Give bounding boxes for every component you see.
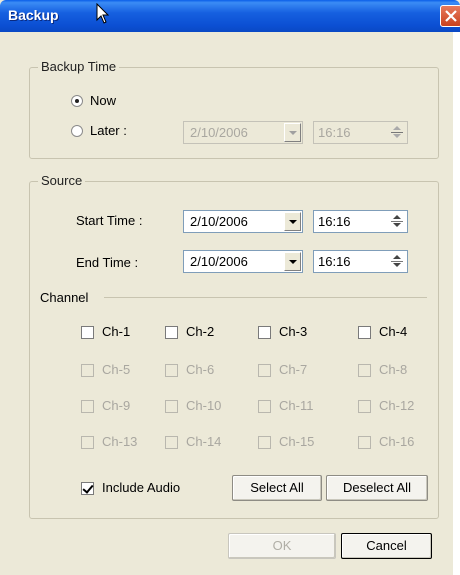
channel-checkbox — [358, 364, 371, 377]
channel-checkbox[interactable] — [81, 326, 94, 339]
spinner-arrows-icon[interactable] — [389, 253, 405, 270]
channel-checkbox — [165, 400, 178, 413]
ok-button: OK — [228, 533, 336, 559]
start-time-label: Start Time : — [76, 213, 143, 228]
channel-label: Ch-1 — [102, 324, 131, 339]
channel-checkbox — [258, 400, 271, 413]
window-title: Backup — [8, 7, 59, 23]
cancel-button[interactable]: Cancel — [341, 533, 432, 559]
later-time-value: 16:16 — [318, 125, 351, 140]
window-edge — [453, 32, 460, 575]
dropdown-arrow-icon[interactable] — [284, 252, 301, 271]
title-bar[interactable]: Backup — [0, 0, 460, 32]
channel-checkbox[interactable] — [358, 326, 371, 339]
channel-checkbox — [258, 436, 271, 449]
channel-checkbox — [358, 436, 371, 449]
spinner-arrows-icon[interactable] — [389, 124, 405, 141]
source-legend: Source — [38, 173, 86, 188]
backup-time-legend: Backup Time — [38, 59, 120, 74]
include-audio-label: Include Audio — [102, 480, 181, 495]
start-date-value: 2/10/2006 — [190, 214, 248, 229]
end-date-combo[interactable]: 2/10/2006 — [183, 250, 303, 273]
end-time-value: 16:16 — [318, 254, 351, 269]
channel-checkbox — [81, 436, 94, 449]
channel-label: Ch-16 — [379, 434, 415, 449]
start-time-value: 16:16 — [318, 214, 351, 229]
spinner-arrows-icon[interactable] — [389, 213, 405, 230]
channel-checkbox[interactable] — [165, 326, 178, 339]
start-time-spinner[interactable]: 16:16 — [313, 210, 408, 233]
dropdown-arrow-icon[interactable] — [284, 212, 301, 231]
now-label: Now — [90, 93, 117, 108]
channel-checkbox — [81, 400, 94, 413]
later-date-combo[interactable]: 2/10/2006 — [183, 121, 303, 144]
radio-later[interactable] — [71, 125, 83, 137]
channel-label: Ch-11 — [279, 398, 314, 413]
channel-checkbox[interactable] — [258, 326, 271, 339]
channel-checkbox — [358, 400, 371, 413]
select-all-button[interactable]: Select All — [232, 475, 322, 501]
channel-legend: Channel — [40, 290, 89, 305]
later-date-value: 2/10/2006 — [190, 125, 248, 140]
backup-dialog: Backup Backup Time Now Later : 2/10/2006… — [0, 0, 460, 575]
backup-time-group — [29, 67, 439, 159]
channel-label: Ch-7 — [279, 362, 308, 377]
close-icon — [445, 10, 457, 22]
end-time-spinner[interactable]: 16:16 — [313, 250, 408, 273]
channel-label: Ch-6 — [186, 362, 215, 377]
channel-label: Ch-2 — [186, 324, 215, 339]
end-time-label: End Time : — [76, 255, 139, 270]
mouse-cursor-icon — [96, 3, 110, 24]
later-time-spinner[interactable]: 16:16 — [313, 121, 408, 144]
channel-label: Ch-14 — [186, 434, 222, 449]
channel-checkbox — [258, 364, 271, 377]
end-date-value: 2/10/2006 — [190, 254, 248, 269]
close-button[interactable] — [440, 5, 460, 27]
radio-now[interactable] — [71, 95, 83, 107]
channel-label: Ch-12 — [379, 398, 415, 413]
later-label: Later : — [90, 123, 127, 138]
channel-checkbox — [165, 364, 178, 377]
channel-label: Ch-5 — [102, 362, 131, 377]
dropdown-arrow-icon[interactable] — [284, 123, 301, 142]
channel-label: Ch-15 — [279, 434, 315, 449]
channel-label: Ch-13 — [102, 434, 138, 449]
include-audio-checkbox[interactable] — [81, 482, 94, 495]
channel-label: Ch-4 — [379, 324, 408, 339]
deselect-all-button[interactable]: Deselect All — [326, 475, 428, 501]
channel-label: Ch-8 — [379, 362, 408, 377]
start-date-combo[interactable]: 2/10/2006 — [183, 210, 303, 233]
channel-checkbox — [165, 436, 178, 449]
channel-divider — [104, 297, 427, 298]
channel-label: Ch-3 — [279, 324, 308, 339]
channel-label: Ch-9 — [102, 398, 131, 413]
channel-checkbox — [81, 364, 94, 377]
channel-label: Ch-10 — [186, 398, 222, 413]
